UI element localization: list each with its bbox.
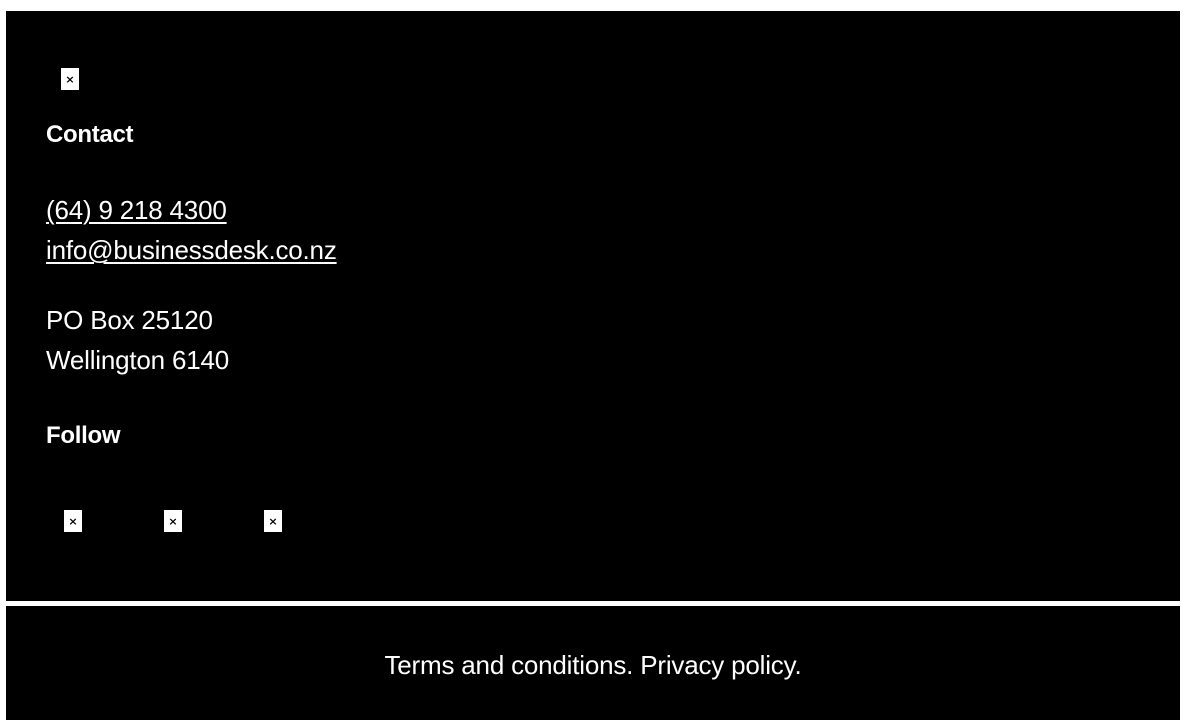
footer-bar: Terms and conditions. Privacy policy. [6, 606, 1180, 720]
phone-link[interactable]: (64) 9 218 4300 [46, 197, 227, 223]
footer-contact-panel: × Contact (64) 9 218 4300 info@businessd… [6, 11, 1180, 601]
terms-link[interactable]: Terms and conditions. [385, 650, 634, 680]
privacy-link[interactable]: Privacy policy. [640, 650, 801, 680]
address-line-2: Wellington 6140 [46, 345, 229, 375]
social-link-icon-3[interactable]: × [264, 510, 282, 532]
broken-image-icon: × [61, 68, 79, 90]
social-link-icon-2[interactable]: × [164, 510, 182, 532]
social-link-icon-1[interactable]: × [64, 510, 82, 532]
contact-heading: Contact [46, 121, 134, 148]
email-link[interactable]: info@businessdesk.co.nz [46, 237, 337, 263]
footer-legal-links: Terms and conditions. Privacy policy. [6, 652, 1180, 678]
address-line-1: PO Box 25120 [46, 305, 213, 335]
follow-heading: Follow [46, 422, 121, 449]
